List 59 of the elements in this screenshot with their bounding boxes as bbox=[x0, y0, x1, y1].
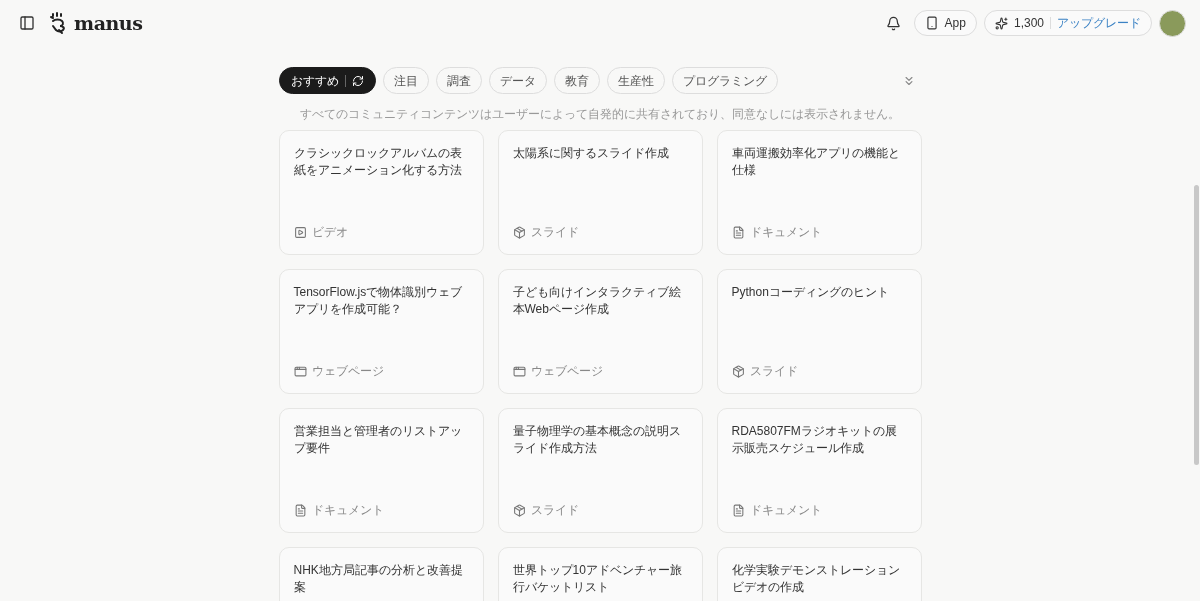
example-card[interactable]: 子ども向けインタラクティブ絵本Webページ作成 ウェブページ bbox=[497, 269, 703, 394]
credits-count: 1,300 bbox=[1013, 15, 1044, 32]
example-card[interactable]: TensorFlow.jsで物体識別ウェブアプリを作成可能？ ウェブページ bbox=[278, 269, 484, 394]
card-type-label: ビデオ bbox=[311, 224, 348, 241]
card-type-label: ドキュメント bbox=[749, 224, 822, 241]
example-card[interactable]: 車両運搬効率化アプリの機能と仕様 ドキュメント bbox=[716, 130, 922, 255]
card-type-label: スライド bbox=[749, 363, 798, 380]
card-title: NHK地方局記事の分析と改善提案 bbox=[293, 562, 464, 596]
card-type-label: スライド bbox=[530, 502, 579, 519]
card-title: RDA5807FMラジオキットの展示販売スケジュール作成 bbox=[731, 423, 898, 457]
example-card[interactable]: 世界トップ10アドベンチャー旅行バケットリスト bbox=[497, 547, 703, 601]
phone-icon bbox=[924, 16, 939, 30]
sparkle-icon bbox=[994, 16, 1008, 30]
card-type-label: ウェブページ bbox=[530, 363, 603, 380]
example-card[interactable]: 化学実験デモンストレーションビデオの作成 bbox=[716, 547, 922, 601]
card-type-label: ウェブページ bbox=[311, 363, 384, 380]
example-card[interactable]: NHK地方局記事の分析と改善提案 bbox=[278, 547, 484, 601]
card-title: クラシックロックアルバムの表紙をアニメーション化する方法 bbox=[293, 145, 463, 179]
filter-tab[interactable]: おすすめ bbox=[278, 67, 376, 94]
card-title: 量子物理学の基本概念の説明スライド作成方法 bbox=[512, 423, 682, 457]
filter-tab[interactable]: 教育 bbox=[553, 67, 600, 94]
document-icon bbox=[731, 225, 745, 239]
card-type-label: ドキュメント bbox=[749, 502, 822, 519]
filter-tab[interactable]: 注目 bbox=[382, 67, 429, 94]
sidebar-icon bbox=[19, 15, 35, 31]
play-icon bbox=[293, 225, 307, 239]
browser-window-icon bbox=[293, 364, 307, 378]
example-card[interactable]: RDA5807FMラジオキットの展示販売スケジュール作成 ドキュメント bbox=[716, 408, 922, 533]
card-title: 子ども向けインタラクティブ絵本Webページ作成 bbox=[512, 284, 682, 318]
browser-window-icon bbox=[512, 364, 526, 378]
avatar[interactable] bbox=[1159, 9, 1186, 37]
document-icon bbox=[731, 503, 745, 517]
bell-icon bbox=[886, 15, 902, 31]
card-title: TensorFlow.jsで物体識別ウェブアプリを作成可能？ bbox=[293, 284, 464, 318]
notice-text: すべてのコミュニティコンテンツはユーザーによって自発的に共有されており、同意なしには表示されません。 bbox=[299, 106, 901, 123]
card-title: Pythonコーディングのヒント bbox=[731, 284, 890, 301]
example-card[interactable]: 太陽系に関するスライド作成 スライド bbox=[497, 130, 703, 255]
card-title: 世界トップ10アドベンチャー旅行バケットリスト bbox=[512, 562, 683, 596]
filter-tab[interactable]: プログラミング bbox=[671, 67, 778, 94]
example-card[interactable]: 量子物理学の基本概念の説明スライド作成方法 スライド bbox=[497, 408, 703, 533]
example-card[interactable]: 営業担当と管理者のリストアップ要件 ドキュメント bbox=[278, 408, 484, 533]
example-card[interactable]: Pythonコーディングのヒント スライド bbox=[716, 269, 922, 394]
upgrade-link[interactable]: アップグレード bbox=[1057, 14, 1141, 32]
brand-name: manus bbox=[74, 10, 143, 36]
filter-tab[interactable]: 生産性 bbox=[606, 67, 665, 94]
card-title: 化学実験デモンストレーションビデオの作成 bbox=[731, 562, 901, 596]
card-title: 営業担当と管理者のリストアップ要件 bbox=[293, 423, 463, 457]
card-title: 太陽系に関するスライド作成 bbox=[512, 145, 670, 162]
card-title: 車両運搬効率化アプリの機能と仕様 bbox=[731, 145, 901, 179]
filter-tab[interactable]: データ bbox=[488, 67, 547, 94]
card-type-label: スライド bbox=[530, 224, 579, 241]
card-type-label: ドキュメント bbox=[311, 502, 384, 519]
document-icon bbox=[293, 503, 307, 517]
scrollbar-thumb[interactable] bbox=[1194, 185, 1199, 465]
refresh-icon bbox=[351, 74, 364, 87]
example-card[interactable]: クラシックロックアルバムの表紙をアニメーション化する方法 ビデオ bbox=[278, 130, 484, 255]
sidebar-toggle-button[interactable] bbox=[18, 14, 36, 32]
filter-tab[interactable]: 調査 bbox=[435, 67, 482, 94]
app-button[interactable]: App bbox=[913, 10, 977, 36]
